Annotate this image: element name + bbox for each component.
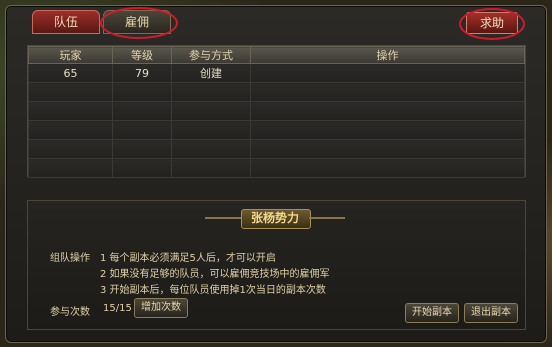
table-row[interactable] xyxy=(28,101,525,121)
cell-player xyxy=(28,139,113,159)
cell-action xyxy=(250,139,525,159)
rules-label: 组队操作 xyxy=(50,253,90,264)
cell-level: 79 xyxy=(112,63,172,83)
header-level: 等级 xyxy=(112,46,172,64)
rule-line-2: 2 如果没有足够的队员，可以雇佣竞技场中的雇佣军 xyxy=(100,269,330,280)
header-join-mode: 参与方式 xyxy=(171,46,251,64)
attempts-label: 参与次数 xyxy=(50,307,90,318)
cell-action xyxy=(250,63,525,83)
start-instance-button[interactable]: 开始副本 xyxy=(405,303,459,323)
cell-action xyxy=(250,158,525,178)
header-player: 玩家 xyxy=(28,46,113,64)
cell-action xyxy=(250,101,525,121)
cell-join-mode xyxy=(171,158,251,178)
exit-instance-button[interactable]: 退出副本 xyxy=(464,303,518,323)
rule-line-1: 1 每个副本必须满足5人后，才可以开启 xyxy=(100,253,276,264)
banner-title: 张杨势力 xyxy=(250,211,299,225)
cell-level xyxy=(112,139,172,159)
add-attempts-button[interactable]: 增加次数 xyxy=(134,298,188,318)
rule-line-3: 3 开始副本后，每位队员使用掉1次当日的副本次数 xyxy=(100,285,326,296)
cell-player xyxy=(28,82,113,102)
table-row[interactable] xyxy=(28,120,525,140)
cell-join-mode xyxy=(171,120,251,140)
cell-join-mode xyxy=(171,139,251,159)
cell-level xyxy=(112,82,172,102)
table-row[interactable]: 65 79 创建 xyxy=(28,63,525,83)
header-action: 操作 xyxy=(250,46,525,64)
highlight-circle-help xyxy=(459,8,525,40)
cell-join-mode xyxy=(171,82,251,102)
cell-player xyxy=(28,120,113,140)
cell-action xyxy=(250,120,525,140)
cell-level xyxy=(112,120,172,140)
table-header-row: 玩家 等级 参与方式 操作 xyxy=(28,46,525,64)
cell-player xyxy=(28,158,113,178)
cell-player xyxy=(28,101,113,121)
cell-level xyxy=(112,101,172,121)
cell-level xyxy=(112,158,172,178)
cell-join-mode xyxy=(171,101,251,121)
banner-ornament-right xyxy=(309,217,345,219)
table-row[interactable] xyxy=(28,139,525,159)
cell-join-mode: 创建 xyxy=(171,63,251,83)
faction-banner: 张杨势力 xyxy=(205,208,345,229)
cell-action xyxy=(250,82,525,102)
table-row[interactable] xyxy=(28,158,525,178)
highlight-circle-mercenary xyxy=(100,7,178,39)
table-row[interactable] xyxy=(28,82,525,102)
banner-ornament-left xyxy=(205,217,241,219)
team-table: 玩家 等级 参与方式 操作 65 79 创建 xyxy=(27,45,526,178)
tab-team[interactable]: 队伍 xyxy=(32,10,100,34)
cell-player: 65 xyxy=(28,63,113,83)
attempts-value: 15/15 xyxy=(103,303,132,314)
